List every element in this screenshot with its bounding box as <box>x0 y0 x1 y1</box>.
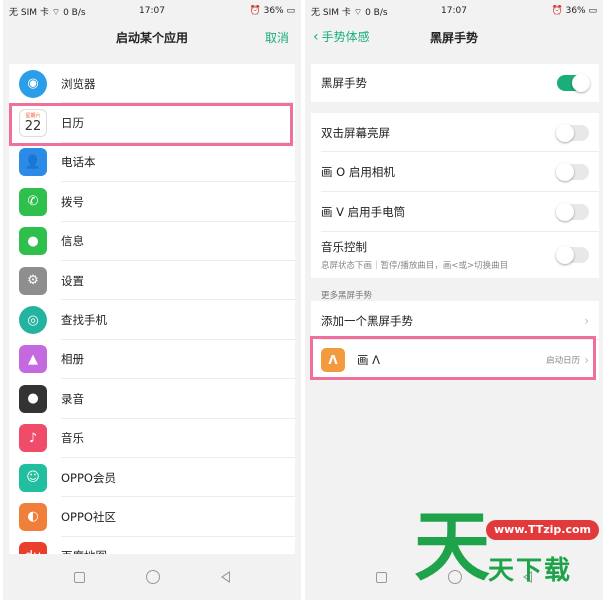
app-label: 信息 <box>61 234 84 249</box>
watermark-text: 天下载 <box>488 556 573 586</box>
section-label: 更多黑屏手势 <box>321 291 373 301</box>
home-button[interactable] <box>145 570 160 584</box>
recorder-icon: ● <box>19 384 47 413</box>
master-group: 黑屏手势 <box>311 64 599 102</box>
album-icon: ▲ <box>19 345 47 374</box>
status-carrier: 无 SIM 卡 ⌔ 0 B/s <box>9 7 86 18</box>
app-label: 音乐 <box>61 431 84 446</box>
chevron-left-icon: ‹ <box>313 28 319 45</box>
cancel-button[interactable]: 取消 <box>265 29 289 46</box>
add-gesture-row[interactable]: 添加一个黑屏手势 › <box>311 301 599 340</box>
status-battery: ⏰ 36% ▭ <box>551 6 598 16</box>
back-link[interactable]: ‹ 手势体感 <box>313 28 370 45</box>
option-label: 画 V 启用手电筒 <box>321 205 406 219</box>
status-time: 17:07 <box>139 6 165 16</box>
phone-icon: ✆ <box>19 187 47 216</box>
baidu-map-icon: du <box>19 542 47 554</box>
app-label: 相册 <box>61 352 84 367</box>
recents-button[interactable] <box>73 571 85 583</box>
battery-icon: ▭ <box>588 6 597 16</box>
app-label: 电话本 <box>61 155 96 170</box>
app-list-item[interactable]: ✆ 拨号 <box>9 182 295 222</box>
status-time: 17:07 <box>441 6 467 16</box>
find-phone-icon: ◎ <box>19 306 47 335</box>
master-toggle[interactable] <box>557 74 590 92</box>
option-toggle[interactable] <box>556 246 589 264</box>
music-icon: ♪ <box>19 424 47 453</box>
app-list-item[interactable]: du百度地图 <box>9 537 295 554</box>
option-toggle[interactable] <box>556 163 589 181</box>
alarm-icon: ⏰ <box>551 6 563 16</box>
app-list-item[interactable]: 👤 电话本 <box>9 143 295 183</box>
add-gesture-label: 添加一个黑屏手势 <box>321 313 413 328</box>
app-label: 设置 <box>61 273 84 288</box>
chevron-right-icon: › <box>584 313 589 328</box>
app-list-item[interactable]: ◎ 查找手机 <box>9 300 295 341</box>
gear-icon: ⚙ <box>19 266 47 295</box>
master-toggle-row[interactable]: 黑屏手势 <box>311 64 599 102</box>
left-screen: 无 SIM 卡 ⌔ 0 B/s 17:07 ⏰ 36% ▭ 启动某个应用 取消 … <box>3 0 301 600</box>
options-group: 双击屏幕亮屏 画 O 启用相机 画 V 启用手电筒 音乐控制 息屏状态下画｜暂停… <box>311 113 599 278</box>
app-label: 录音 <box>61 391 84 406</box>
option-toggle[interactable] <box>556 123 589 142</box>
option-sublabel: 息屏状态下画｜暂停/播放曲目，画<或>切换曲目 <box>321 261 509 271</box>
watermark-url: www.TTzip.com <box>486 520 599 540</box>
watermark-logo: 天 www.TTzip.com 天下载 <box>414 506 604 594</box>
option-toggle[interactable] <box>556 203 589 221</box>
back-button[interactable] <box>221 571 231 583</box>
app-label: 拨号 <box>61 194 84 209</box>
highlight-box <box>310 336 596 380</box>
app-list-item[interactable]: ⚙ 设置 <box>9 261 295 301</box>
option-row-music[interactable]: 音乐控制 息屏状态下画｜暂停/播放曲目，画<或>切换曲目 <box>311 232 599 278</box>
navbar: 启动某个应用 取消 <box>3 22 301 52</box>
nav-bar <box>3 554 301 600</box>
app-list-item[interactable]: ● 信息 <box>9 222 295 262</box>
page-title: 启动某个应用 <box>115 30 188 45</box>
option-label: 画 O 启用相机 <box>321 165 395 179</box>
navbar: ‹ 手势体感 黑屏手势 <box>305 22 603 52</box>
status-bar: 无 SIM 卡 ⌔ 0 B/s 17:07 ⏰ 36% ▭ <box>3 0 301 22</box>
status-carrier: 无 SIM 卡 ⌔ 0 B/s <box>311 7 388 18</box>
watermark-big-char: 天 <box>414 502 490 591</box>
app-list-item[interactable]: ◉ 浏览器 <box>9 64 295 104</box>
oppo-member-icon: ☺ <box>19 463 47 492</box>
app-list-item[interactable]: ● 录音 <box>9 379 295 419</box>
app-label: OPPO社区 <box>61 509 116 524</box>
message-icon: ● <box>19 227 47 256</box>
oppo-community-icon: ◐ <box>19 502 47 531</box>
alarm-icon: ⏰ <box>249 6 261 16</box>
highlight-box <box>9 103 293 146</box>
master-label: 黑屏手势 <box>321 76 367 90</box>
app-label: 浏览器 <box>61 76 96 91</box>
option-row-draw-o[interactable]: 画 O 启用相机 <box>311 152 599 192</box>
option-label: 双击屏幕亮屏 <box>321 125 390 140</box>
contacts-icon: 👤 <box>19 148 47 177</box>
status-bar: 无 SIM 卡 ⌔ 0 B/s 17:07 ⏰ 36% ▭ <box>305 0 603 22</box>
app-list-item[interactable]: ☺ OPPO会员 <box>9 458 295 498</box>
status-battery: ⏰ 36% ▭ <box>249 6 296 16</box>
recents-button[interactable] <box>375 571 387 583</box>
option-label: 音乐控制 <box>321 240 367 254</box>
browser-icon: ◉ <box>19 69 47 98</box>
app-list-item[interactable]: ◐ OPPO社区 <box>9 497 295 538</box>
page-title: 黑屏手势 <box>429 30 478 45</box>
app-label: OPPO会员 <box>61 470 116 485</box>
app-label: 查找手机 <box>61 313 107 328</box>
option-row-double-tap[interactable]: 双击屏幕亮屏 <box>311 113 599 152</box>
app-list-item[interactable]: ▲ 相册 <box>9 340 295 380</box>
app-list-item[interactable]: ♪ 音乐 <box>9 419 295 459</box>
battery-icon: ▭ <box>286 6 295 16</box>
option-row-draw-v[interactable]: 画 V 启用手电筒 <box>311 192 599 232</box>
